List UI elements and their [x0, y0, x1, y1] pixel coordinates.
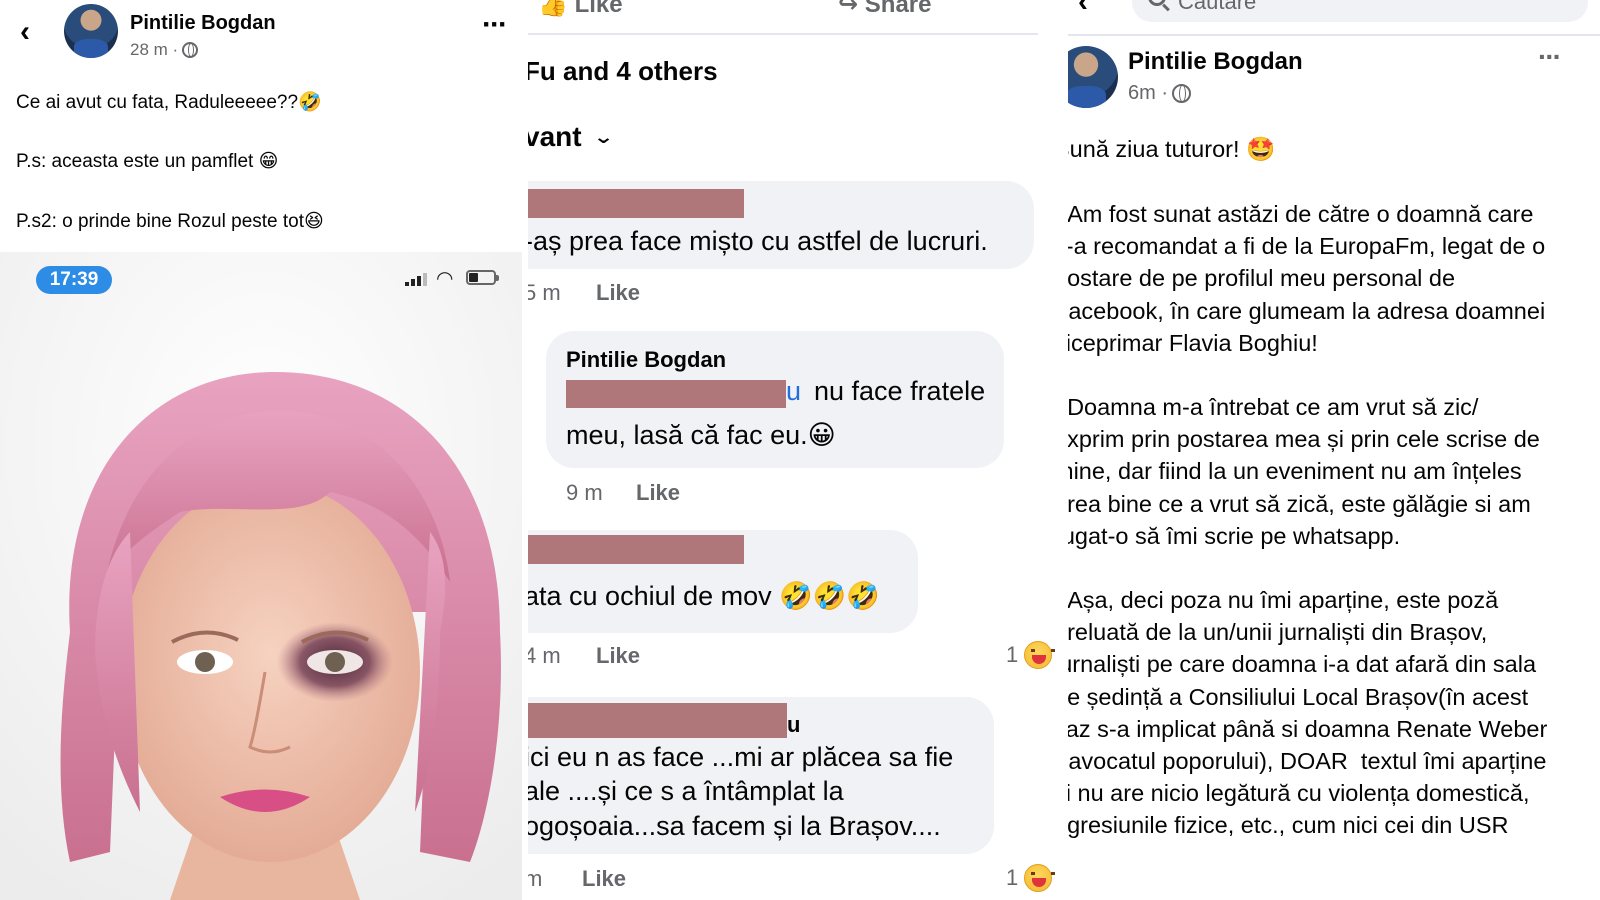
post-time: 6m ·	[1128, 82, 1168, 104]
comment-time: 5 m	[528, 280, 561, 305]
redacted-name	[528, 189, 744, 218]
status-bar-time: 17:39	[36, 266, 112, 294]
thumb-icon: 👍	[538, 0, 568, 18]
comment-sort-dropdown[interactable]: vant ⌄	[528, 121, 614, 153]
comment-like-button[interactable]: Like	[636, 480, 680, 506]
share-label: Share	[864, 0, 932, 18]
search-input[interactable]: Căutare	[1132, 0, 1588, 22]
reaction-count-number: 1	[1006, 865, 1019, 890]
globe-icon	[1172, 84, 1191, 103]
avatar[interactable]	[1068, 46, 1118, 108]
portrait-image	[0, 252, 528, 900]
battery-icon	[466, 270, 499, 285]
back-arrow-icon[interactable]: ‹	[1078, 0, 1102, 17]
like-label: Like	[574, 0, 623, 18]
reaction-count[interactable]: 1	[1006, 864, 1056, 892]
statement-post-screenshot: ‹ Căutare Pintilie Bogdan 6m · ··· Bună …	[1068, 0, 1600, 900]
redacted-name	[528, 703, 787, 738]
post-timestamp: 6m ·	[1128, 82, 1191, 105]
comment-time: 4 m	[528, 643, 561, 668]
post-paragraph: Am fost sunat astăzi de către o doamnă c…	[1068, 201, 1546, 356]
globe-icon	[182, 42, 199, 58]
like-button[interactable]: 👍 Like	[538, 0, 623, 19]
post-paragraph: Așa, deci poza nu îmi aparține, este poz…	[1068, 587, 1548, 839]
search-icon	[1148, 0, 1166, 6]
back-arrow-icon[interactable]: ‹	[20, 17, 44, 47]
wifi-icon: ◠	[436, 268, 454, 290]
avatar[interactable]	[64, 4, 118, 58]
post-photo[interactable]: 17:39 ◠	[0, 252, 528, 900]
more-options-icon[interactable]: ···	[1538, 43, 1562, 71]
signal-icon	[405, 272, 429, 286]
comments-screenshot: 👍 Like ↪ Share Fu and 4 others vant ⌄ -a…	[528, 0, 1062, 900]
post-paragraph: Doamna m-a întrebat ce am vrut să zic/ e…	[1068, 394, 1540, 549]
post-author-name[interactable]: Pintilie Bogdan	[130, 12, 276, 35]
comment-text-line: ogoșoaia...sa facem și la Brașov....	[528, 811, 941, 841]
share-icon: ↪	[838, 0, 859, 18]
post-text-line: P.s2: o prinde bine Rozul peste tot😆	[16, 211, 324, 232]
post-timestamp: 28 m ·	[130, 40, 199, 60]
reaction-count[interactable]: 1	[1006, 641, 1056, 669]
comment-text-line: ale ....și ce s a întâmplat la	[528, 776, 844, 806]
comment-like-button[interactable]: Like	[582, 866, 626, 892]
divider	[1068, 34, 1600, 36]
laughing-reaction-icon	[1024, 864, 1056, 892]
comment-time: 9 m	[566, 480, 603, 505]
laughing-reaction-icon	[1024, 641, 1056, 669]
comment-text-line: ici eu n as face ...mi ar plăcea sa fie	[528, 742, 954, 772]
sort-label: vant	[528, 121, 582, 152]
post-author-name[interactable]: Pintilie Bogdan	[1128, 48, 1303, 76]
comment-text: -aș prea face mișto cu astfel de lucruri…	[528, 226, 988, 256]
comment-author-name-tail[interactable]: u	[787, 712, 800, 738]
divider	[528, 33, 1038, 35]
comment-text: ata cu ochiul de mov 🤣🤣🤣	[528, 581, 880, 611]
reply-author-name[interactable]: Pintilie Bogdan	[566, 347, 726, 373]
redacted-mention	[566, 380, 786, 408]
reply-text-line: nu face fratele	[814, 376, 986, 406]
comment-time: m	[528, 866, 543, 891]
reactions-summary[interactable]: Fu and 4 others	[528, 56, 718, 87]
post-text-line: Ce ai avut cu fata, Raduleeeee??🤣	[16, 92, 322, 113]
comment-like-button[interactable]: Like	[596, 280, 640, 306]
search-placeholder: Căutare	[1178, 0, 1257, 14]
chevron-down-icon: ⌄	[592, 126, 614, 147]
post-greeting: Bună ziua tuturor! 🤩	[1068, 136, 1276, 162]
comment-like-button[interactable]: Like	[596, 643, 640, 669]
share-button[interactable]: ↪ Share	[838, 0, 931, 19]
post-text-line: P.s: aceasta este un pamflet 😁	[16, 151, 279, 172]
reply-text-line: meu, lasă că fac eu.😀	[566, 420, 836, 450]
reaction-count-number: 1	[1006, 642, 1019, 667]
redacted-name	[528, 535, 744, 564]
post-time: 28 m ·	[130, 40, 179, 59]
left-post-screenshot: ‹ Pintilie Bogdan 28 m · ··· Ce ai avut …	[0, 0, 528, 900]
mention-link[interactable]: u	[786, 376, 801, 407]
more-options-icon[interactable]: ···	[482, 10, 508, 40]
